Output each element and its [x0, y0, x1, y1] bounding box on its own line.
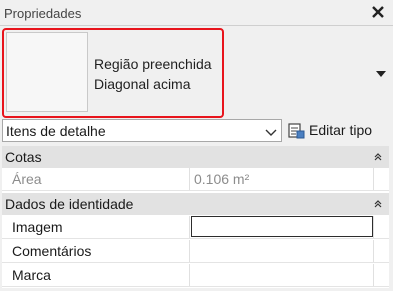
- group-label: Dados de identidade: [5, 196, 134, 212]
- dropdown-arrow-icon[interactable]: [375, 67, 387, 77]
- instance-filter-value: Itens de detalhe: [6, 123, 106, 139]
- property-value-input[interactable]: [191, 264, 373, 286]
- collapse-icon[interactable]: [373, 150, 383, 161]
- collapse-icon[interactable]: [373, 197, 383, 208]
- property-name: Comentários: [12, 243, 92, 259]
- chevron-down-icon[interactable]: [265, 126, 277, 136]
- property-value-input[interactable]: [191, 216, 373, 237]
- property-value-input[interactable]: [191, 240, 373, 262]
- properties-titlebar: Propriedades: [0, 0, 393, 26]
- property-row-comentarios: Comentários: [2, 240, 389, 263]
- group-label: Cotas: [5, 149, 42, 165]
- property-name: Imagem: [12, 219, 63, 235]
- type-highlight-frame: [2, 28, 224, 118]
- property-row-marca: Marca: [2, 264, 389, 287]
- properties-panel: Propriedades Região preenchida Diagonal …: [0, 0, 393, 291]
- instance-selector-row: Itens de detalhe Editar tipo: [0, 119, 393, 143]
- property-value: 0.106 m²: [194, 171, 250, 187]
- instance-filter-combobox[interactable]: Itens de detalhe: [2, 119, 282, 142]
- properties-grid: Cotas Área 0.106 m² Dados de identidade …: [2, 146, 389, 288]
- edit-type-icon: [287, 122, 305, 140]
- property-row-area: Área 0.106 m²: [2, 168, 389, 191]
- property-name: Área: [12, 171, 42, 187]
- close-icon[interactable]: [369, 3, 387, 21]
- edit-type-label: Editar tipo: [309, 122, 373, 138]
- panel-title: Propriedades: [4, 6, 82, 21]
- group-header-dados-de-identidade[interactable]: Dados de identidade: [2, 193, 389, 215]
- group-header-cotas[interactable]: Cotas: [2, 146, 389, 168]
- property-row-imagem: Imagem: [2, 216, 389, 239]
- property-name: Marca: [12, 267, 51, 283]
